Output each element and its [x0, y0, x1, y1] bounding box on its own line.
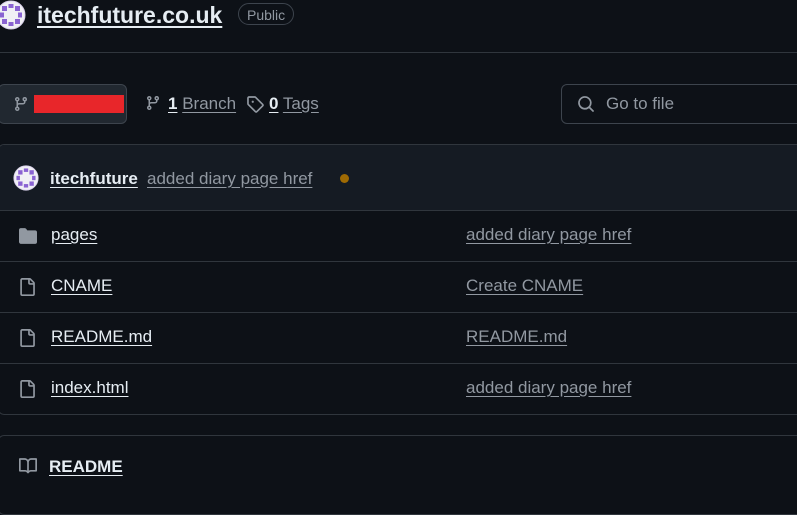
commit-message-link[interactable]: added diary page href: [147, 169, 312, 189]
branches-count: 1: [168, 94, 178, 113]
readme-tab[interactable]: README: [49, 457, 123, 477]
repo-header: itechfuture.co.uk Public: [0, 0, 797, 53]
branch-selector-button[interactable]: [0, 84, 127, 124]
search-icon: [578, 96, 594, 112]
latest-commit-bar: itechfuture added diary page href: [0, 145, 797, 211]
go-to-file-input[interactable]: [606, 93, 796, 115]
file-icon: [20, 329, 35, 347]
repo-name-link[interactable]: itechfuture.co.uk: [37, 2, 222, 29]
visibility-badge: Public: [238, 3, 295, 25]
file-name-link[interactable]: index.html: [51, 378, 128, 398]
file-name-link[interactable]: pages: [51, 225, 97, 245]
file-name-link[interactable]: CNAME: [51, 276, 112, 296]
tag-icon: [247, 96, 264, 113]
repo-avatar[interactable]: [0, 0, 26, 30]
commit-status-dot[interactable]: [340, 174, 349, 183]
tags-label: Tags: [282, 94, 319, 113]
book-icon: [19, 458, 38, 474]
file-table: itechfuture added diary page href pages …: [0, 144, 797, 415]
go-to-file-search[interactable]: [561, 84, 797, 124]
file-row[interactable]: README.md README.md: [0, 313, 797, 364]
file-commit-link[interactable]: Create CNAME: [466, 276, 583, 296]
file-name-link[interactable]: README.md: [51, 327, 152, 347]
file-commit-link[interactable]: added diary page href: [466, 378, 631, 398]
file-commit-link[interactable]: added diary page href: [466, 225, 631, 245]
folder-icon: [19, 228, 37, 244]
file-icon: [20, 380, 35, 398]
tags-count: 0: [269, 94, 279, 113]
commit-author-link[interactable]: itechfuture: [50, 169, 138, 189]
git-branch-icon: [146, 96, 159, 111]
file-commit-link[interactable]: README.md: [466, 327, 567, 347]
file-row[interactable]: pages added diary page href: [0, 211, 797, 262]
readme-panel: README: [0, 435, 797, 515]
branches-label: Branch: [182, 94, 237, 113]
file-row[interactable]: index.html added diary page href: [0, 364, 797, 414]
file-row[interactable]: CNAME Create CNAME: [0, 262, 797, 313]
file-icon: [20, 278, 35, 296]
branch-name-redacted: [34, 95, 124, 113]
author-avatar[interactable]: [13, 165, 39, 191]
git-branch-icon: [14, 97, 27, 112]
